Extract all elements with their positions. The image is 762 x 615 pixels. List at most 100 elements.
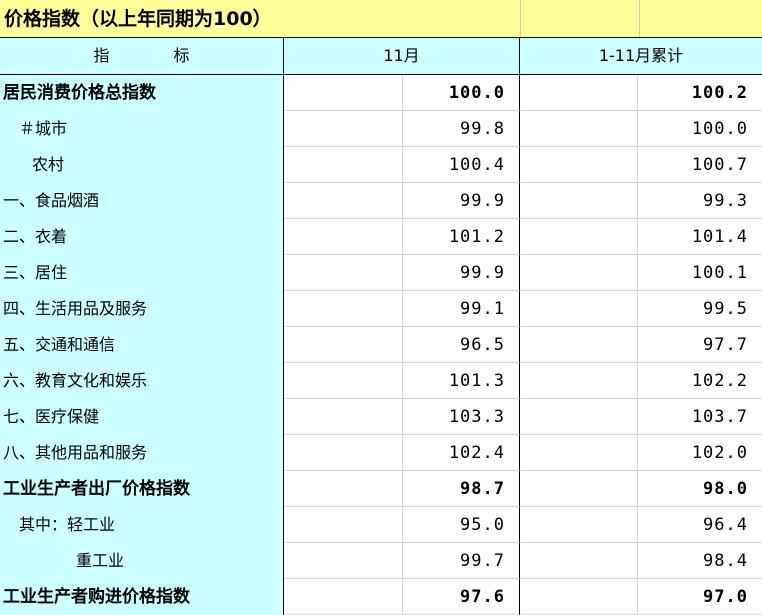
empty-cell[interactable] (285, 111, 403, 147)
table-row: 工业生产者出厂价格指数 98.7 98.0 (0, 471, 762, 507)
month-value-cell[interactable]: 96.5 (403, 327, 520, 363)
row-label[interactable]: 四、生活用品及服务 (0, 291, 283, 327)
cumulative-value: 100.0 (691, 119, 748, 139)
cumulative-value-cell[interactable]: 103.7 (638, 399, 762, 435)
cumulative-value-cell[interactable]: 100.7 (638, 147, 762, 183)
empty-cell[interactable] (285, 183, 403, 219)
empty-cell[interactable] (521, 507, 638, 543)
cumulative-value: 100.1 (691, 263, 748, 283)
month-value-cell[interactable]: 100.0 (403, 75, 520, 111)
month-value-cell[interactable]: 99.7 (403, 543, 520, 579)
table-row: ＃城市 99.8 100.0 (0, 111, 762, 147)
cumulative-value-cell[interactable]: 98.4 (638, 543, 762, 579)
empty-cell[interactable] (285, 435, 403, 471)
month-value-cell[interactable]: 103.3 (403, 399, 520, 435)
row-label[interactable]: 八、其他用品和服务 (0, 435, 283, 471)
table-row: 五、交通和通信 96.5 97.7 (0, 327, 762, 363)
month-value-cell[interactable]: 100.4 (403, 147, 520, 183)
empty-cell[interactable] (285, 75, 403, 111)
empty-cell[interactable] (521, 399, 638, 435)
month-value-cell[interactable]: 102.4 (403, 435, 520, 471)
cumulative-value: 100.7 (691, 155, 748, 175)
cumulative-value-cell[interactable]: 102.0 (638, 435, 762, 471)
empty-cell[interactable] (285, 255, 403, 291)
empty-cell[interactable] (521, 219, 638, 255)
cumulative-value-cell[interactable]: 101.4 (638, 219, 762, 255)
cumulative-value-cell[interactable]: 97.7 (638, 327, 762, 363)
empty-cell[interactable] (521, 255, 638, 291)
empty-cell[interactable] (285, 471, 403, 507)
month-value-cell[interactable]: 95.0 (403, 507, 520, 543)
table-title[interactable]: 价格指数（以上年同期为100） (4, 8, 272, 30)
row-label[interactable]: 三、居住 (0, 255, 283, 291)
month-value-cell[interactable]: 99.8 (403, 111, 520, 147)
cumulative-value-cell[interactable]: 100.0 (638, 111, 762, 147)
cumulative-value-cell[interactable]: 100.1 (638, 255, 762, 291)
month-value: 99.8 (460, 119, 505, 139)
header-cumulative[interactable]: 1-11月累计 (520, 38, 762, 74)
empty-cell[interactable] (521, 147, 638, 183)
cumulative-value-cell[interactable]: 99.3 (638, 183, 762, 219)
empty-cell[interactable] (521, 471, 638, 507)
header-indicator-char1: 指 (93, 46, 110, 65)
cumulative-value: 99.3 (703, 191, 748, 211)
row-label[interactable]: 六、教育文化和娱乐 (0, 363, 283, 399)
empty-cell[interactable] (521, 291, 638, 327)
month-value-cell[interactable]: 99.9 (403, 183, 520, 219)
cumulative-value-cell[interactable]: 102.2 (638, 363, 762, 399)
row-label[interactable]: 七、医疗保健 (0, 399, 283, 435)
row-label[interactable]: ＃城市 (0, 111, 283, 147)
empty-cell[interactable] (285, 363, 403, 399)
cumulative-value-cell[interactable]: 99.5 (638, 291, 762, 327)
month-value: 95.0 (460, 515, 505, 535)
empty-cell[interactable] (521, 543, 638, 579)
row-label[interactable]: 其中：轻工业 (0, 507, 283, 543)
row-label[interactable]: 工业生产者购进价格指数 (0, 579, 283, 615)
title-row-empty-cells[interactable] (520, 0, 762, 37)
empty-cell[interactable] (521, 579, 638, 615)
row-label[interactable]: 五、交通和通信 (0, 327, 283, 363)
month-value-cell[interactable]: 101.2 (403, 219, 520, 255)
cumulative-value-cell[interactable]: 98.0 (638, 471, 762, 507)
month-value-cell[interactable]: 97.6 (403, 579, 520, 615)
month-value-cell[interactable]: 99.9 (403, 255, 520, 291)
cumulative-value-cell[interactable]: 96.4 (638, 507, 762, 543)
row-label[interactable]: 一、食品烟酒 (0, 183, 283, 219)
empty-cell[interactable] (285, 219, 403, 255)
month-value-cell[interactable]: 98.7 (403, 471, 520, 507)
month-value-cell[interactable]: 101.3 (403, 363, 520, 399)
row-label[interactable]: 农村 (0, 147, 283, 183)
empty-cell[interactable] (285, 399, 403, 435)
empty-cell[interactable] (521, 435, 638, 471)
empty-cell[interactable] (521, 75, 638, 111)
empty-cell[interactable] (521, 363, 638, 399)
header-row: 指标 11月 1-11月累计 (0, 38, 762, 75)
row-label[interactable]: 二、衣着 (0, 219, 283, 255)
table-row: 七、医疗保健 103.3 103.7 (0, 399, 762, 435)
header-indicator[interactable]: 指标 (0, 38, 284, 74)
cumulative-value: 100.2 (691, 83, 748, 103)
cumulative-value: 102.2 (691, 371, 748, 391)
empty-cell[interactable] (521, 183, 638, 219)
empty-cell[interactable] (285, 543, 403, 579)
empty-cell[interactable] (285, 327, 403, 363)
cumulative-value: 101.4 (691, 227, 748, 247)
month-value-cell[interactable]: 99.1 (403, 291, 520, 327)
row-label[interactable]: 工业生产者出厂价格指数 (0, 471, 283, 507)
month-value: 98.7 (460, 479, 505, 499)
cumulative-value-cell[interactable]: 97.0 (638, 579, 762, 615)
empty-cell[interactable] (285, 291, 403, 327)
month-value: 99.7 (460, 551, 505, 571)
empty-cell[interactable] (521, 111, 638, 147)
empty-cell[interactable] (285, 507, 403, 543)
header-month[interactable]: 11月 (284, 38, 520, 74)
row-label[interactable]: 居民消费价格总指数 (0, 75, 283, 111)
empty-cell[interactable] (285, 579, 403, 615)
table-row: 一、食品烟酒 99.9 99.3 (0, 183, 762, 219)
row-label[interactable]: 重工业 (0, 543, 283, 579)
empty-cell[interactable] (521, 327, 638, 363)
cumulative-value: 98.0 (703, 479, 748, 499)
cumulative-value-cell[interactable]: 100.2 (638, 75, 762, 111)
empty-cell[interactable] (285, 147, 403, 183)
month-value: 99.1 (460, 299, 505, 319)
